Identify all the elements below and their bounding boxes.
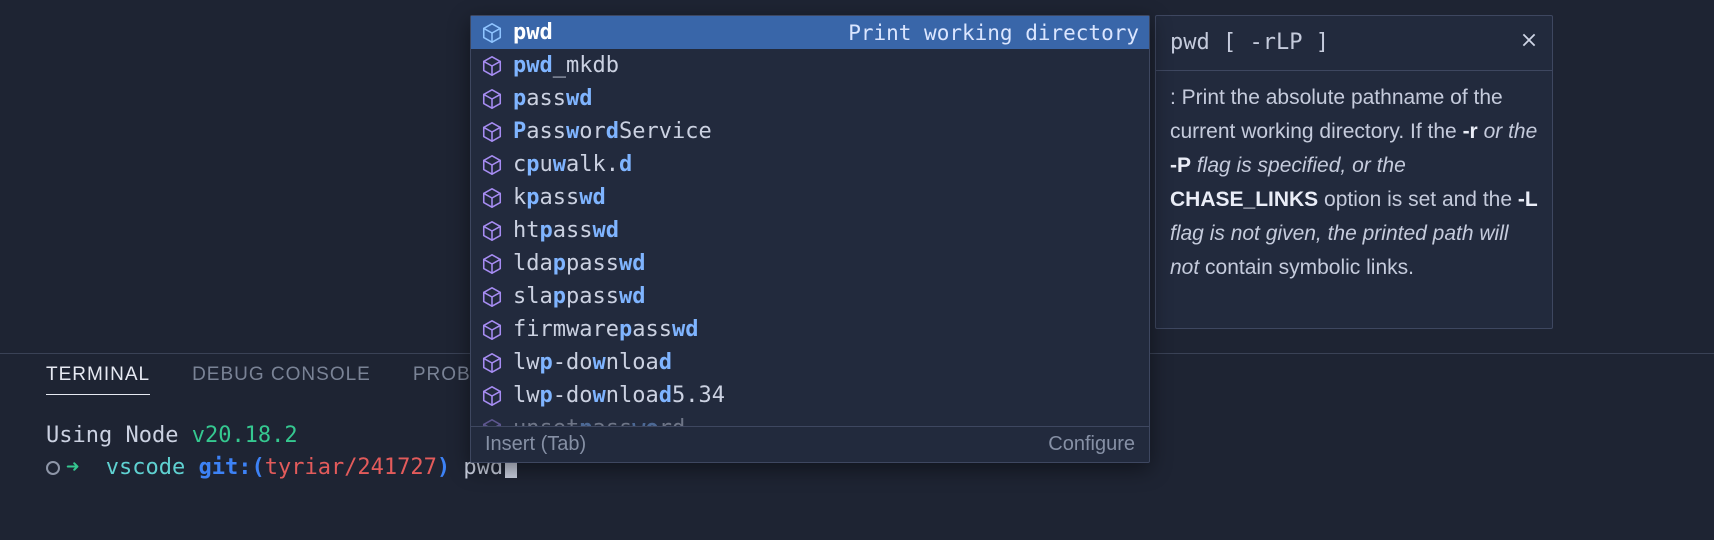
suggest-item[interactable]: lwp-download [471,346,1149,379]
close-icon[interactable] [1520,26,1538,44]
prompt-arrow-icon: ➜ [66,455,79,480]
suggest-item[interactable]: htpasswd [471,214,1149,247]
prompt-branch-text: tyriar/241727 [265,455,437,480]
suggest-item-label: slappasswd [513,284,645,309]
suggest-item-label: lwp-download [513,350,672,375]
suggest-item-label: kpasswd [513,185,606,210]
suggest-item[interactable]: pwd Print working directory [471,16,1149,49]
module-icon [481,187,503,209]
suggest-item-label: pwd_mkdb [513,53,619,78]
suggest-item-label: unsetpassword [513,416,685,426]
module-icon [481,220,503,242]
suggest-item[interactable]: passwd [471,82,1149,115]
prompt-status-icon [46,461,60,475]
module-icon [481,253,503,275]
suggest-item-label: pwd [513,20,553,45]
suggest-item[interactable]: lwp-download5.34 [471,379,1149,412]
module-icon [481,154,503,176]
suggest-item[interactable]: ldappasswd [471,247,1149,280]
suggest-item[interactable]: firmwarepasswd [471,313,1149,346]
suggest-item[interactable]: pwd_mkdb [471,49,1149,82]
node-prefix-text: Using Node [46,423,192,448]
suggest-widget[interactable]: pwd Print working directory pwd_mkdb pass… [470,15,1150,463]
module-icon [481,88,503,110]
module-icon [481,286,503,308]
suggest-item[interactable]: slappasswd [471,280,1149,313]
suggest-item-label: PasswordService [513,119,712,144]
suggest-item[interactable]: cpuwalk.d [471,148,1149,181]
prompt-folder-text: vscode [106,455,185,480]
suggest-item-label: htpasswd [513,218,619,243]
tab-terminal[interactable]: TERMINAL [46,364,150,395]
module-icon [481,55,503,77]
node-version-text: v20.18.2 [192,423,298,448]
module-icon [481,22,503,44]
module-icon [481,385,503,407]
suggest-item-label: lwp-download5.34 [513,383,725,408]
suggest-insert-hint: Insert (Tab) [485,433,586,456]
suggest-item-label: passwd [513,86,593,111]
suggest-item-label: ldappasswd [513,251,645,276]
panel-tabs: TERMINAL DEBUG CONSOLE PROBLEMS [0,364,526,395]
details-signature: pwd [ -rLP ] [1170,26,1329,60]
suggest-item[interactable]: kpasswd [471,181,1149,214]
prompt-git-prefix: git:( [198,455,264,480]
prompt-git-suffix: ) [437,455,450,480]
module-icon [481,121,503,143]
suggest-item-label: firmwarepasswd [513,317,698,342]
suggest-details: pwd [ -rLP ] : Print the absolute pathna… [1155,15,1553,329]
module-icon [481,352,503,374]
suggest-item-desc: Print working directory [848,21,1139,45]
suggest-item[interactable]: unsetpassword [471,412,1149,426]
tab-debug-console[interactable]: DEBUG CONSOLE [192,364,371,395]
suggest-item[interactable]: PasswordService [471,115,1149,148]
module-icon [481,319,503,341]
module-icon [481,418,503,427]
suggest-list[interactable]: pwd Print working directory pwd_mkdb pass… [471,16,1149,426]
suggest-configure-link[interactable]: Configure [1048,433,1135,456]
suggest-item-label: cpuwalk.d [513,152,632,177]
suggest-status-bar: Insert (Tab) Configure [471,426,1149,462]
details-body: : Print the absolute pathname of the cur… [1170,81,1538,285]
